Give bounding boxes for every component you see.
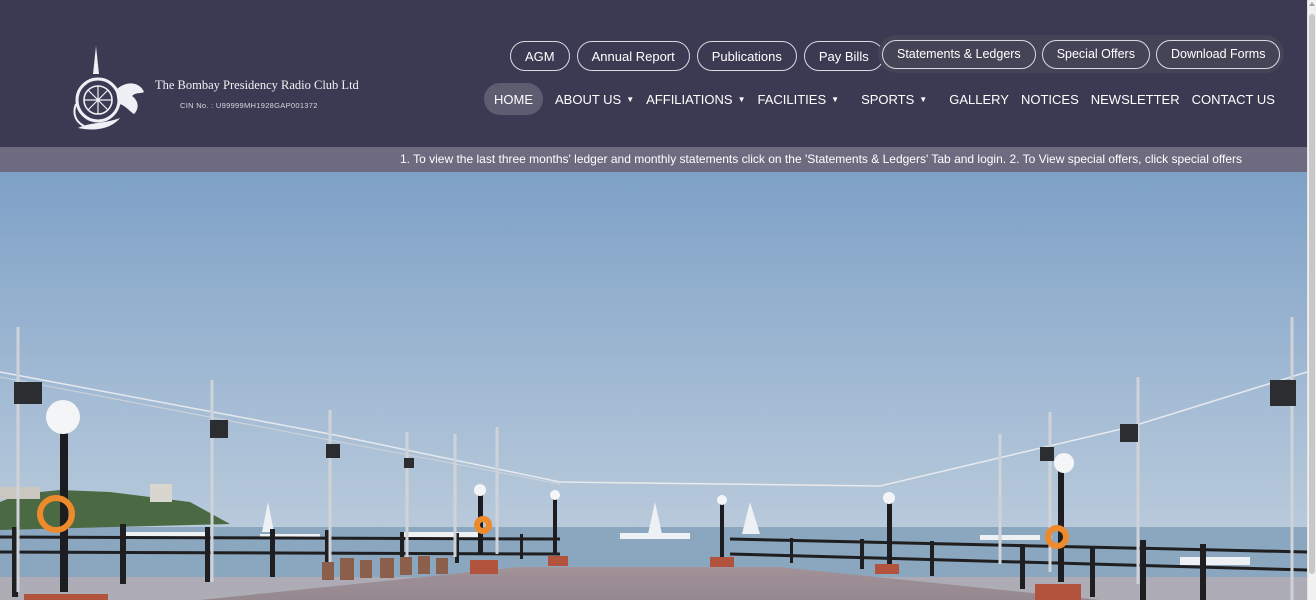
ticker-text: 1. To view the last three months' ledger… xyxy=(400,152,1242,166)
cin-number: CIN No. : U99999MH1928GAP001372 xyxy=(180,101,318,110)
nav-sports[interactable]: SPORTS ▼ xyxy=(855,83,933,115)
annual-report-link[interactable]: Annual Report xyxy=(576,41,690,71)
vertical-scrollbar[interactable] xyxy=(1307,0,1316,600)
scrollbar-thumb[interactable] xyxy=(1309,14,1315,574)
nav-newsletter[interactable]: NEWSLETTER xyxy=(1085,83,1186,115)
chevron-down-icon: ▼ xyxy=(626,94,635,104)
statements-ledgers-link[interactable]: Statements & Ledgers xyxy=(882,39,1036,69)
page: The Bombay Presidency Radio Club Ltd CIN… xyxy=(0,0,1307,600)
nav-facilities-label: FACILITIES xyxy=(757,91,827,107)
nav-contact-us[interactable]: CONTACT US xyxy=(1186,83,1281,115)
special-offers-link[interactable]: Special Offers xyxy=(1041,39,1150,69)
site-header: The Bombay Presidency Radio Club Ltd CIN… xyxy=(0,0,1307,147)
nav-about-us-label: ABOUT US xyxy=(555,91,622,107)
club-logo-icon[interactable] xyxy=(70,44,148,134)
chevron-down-icon: ▼ xyxy=(831,94,840,104)
publications-link[interactable]: Publications xyxy=(696,41,797,71)
nav-home[interactable]: HOME xyxy=(484,83,543,115)
chevron-down-icon: ▼ xyxy=(919,94,928,104)
pay-bills-link[interactable]: Pay Bills xyxy=(803,41,884,71)
nav-gallery[interactable]: GALLERY xyxy=(943,83,1015,115)
nav-affiliations[interactable]: AFFILIATIONS ▼ xyxy=(640,83,751,115)
download-forms-link[interactable]: Download Forms xyxy=(1155,39,1281,69)
nav-about-us[interactable]: ABOUT US ▼ xyxy=(549,83,640,115)
main-nav: HOME ABOUT US ▼ AFFILIATIONS ▼ FACILITIES ▼… xyxy=(484,83,1281,115)
quick-links: AGM Annual Report Publications Pay Bills xyxy=(510,41,891,71)
nav-facilities[interactable]: FACILITIES ▼ xyxy=(752,83,846,115)
chevron-down-icon: ▼ xyxy=(737,94,746,104)
nav-sports-label: SPORTS xyxy=(861,91,915,107)
hero-banner xyxy=(0,172,1307,600)
member-links-group: Statements & Ledgers Special Offers Down… xyxy=(878,35,1285,73)
nav-home-label: HOME xyxy=(494,91,533,107)
agm-link[interactable]: AGM xyxy=(510,41,570,71)
nav-notices[interactable]: NOTICES xyxy=(1015,83,1085,115)
nav-affiliations-label: AFFILIATIONS xyxy=(646,91,733,107)
announcement-ticker: 1. To view the last three months' ledger… xyxy=(0,147,1307,172)
pier-photo-image xyxy=(0,172,1307,600)
scroll-up-arrow-icon[interactable] xyxy=(1309,2,1315,6)
club-name[interactable]: The Bombay Presidency Radio Club Ltd xyxy=(155,78,359,93)
